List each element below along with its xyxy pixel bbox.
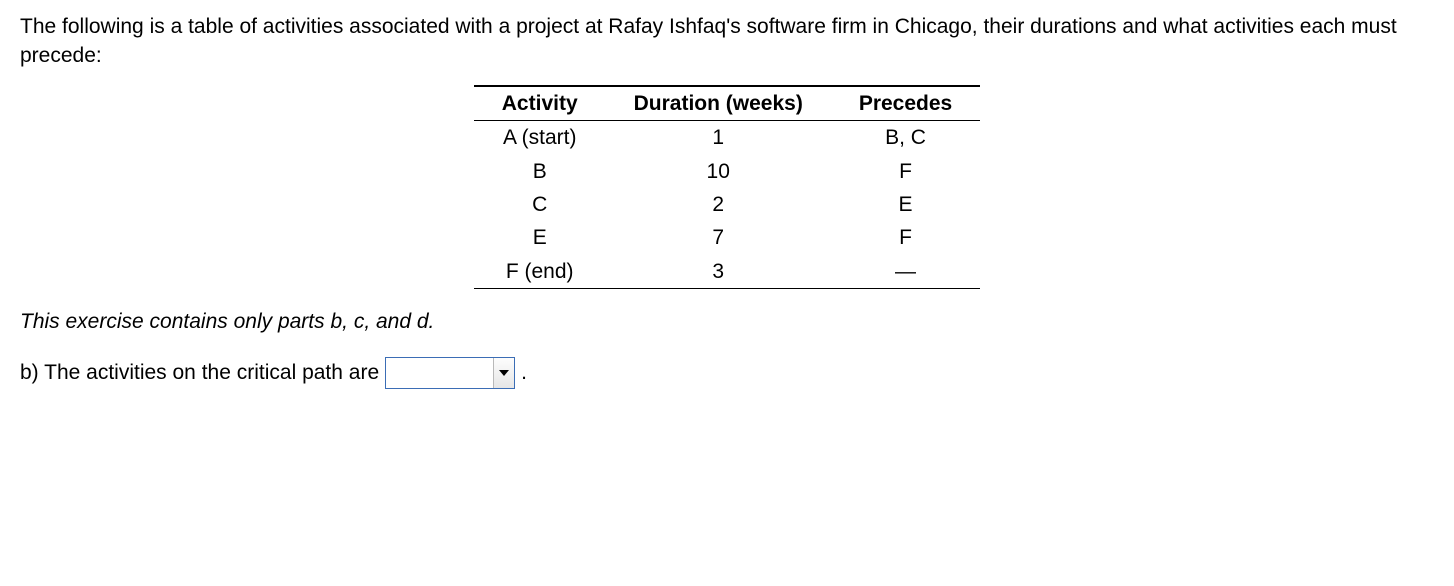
table-row: F (end) 3 —: [474, 255, 980, 289]
chevron-down-icon: [493, 358, 514, 388]
cell-activity: C: [474, 188, 606, 221]
table-row: A (start) 1 B, C: [474, 121, 980, 155]
cell-precedes: F: [831, 155, 980, 188]
cell-duration: 2: [606, 188, 831, 221]
cell-activity: B: [474, 155, 606, 188]
table-row: E 7 F: [474, 221, 980, 254]
activity-table-container: Activity Duration (weeks) Precedes A (st…: [20, 85, 1434, 289]
question-b-prompt: b) The activities on the critical path a…: [20, 358, 379, 387]
exercise-note: This exercise contains only parts b, c, …: [20, 307, 1434, 336]
cell-precedes: E: [831, 188, 980, 221]
cell-duration: 1: [606, 121, 831, 155]
cell-precedes: F: [831, 221, 980, 254]
question-b-period: .: [521, 358, 527, 387]
cell-activity: F (end): [474, 255, 606, 289]
intro-text: The following is a table of activities a…: [20, 12, 1434, 71]
col-header-activity: Activity: [474, 86, 606, 121]
critical-path-dropdown[interactable]: [385, 357, 515, 389]
cell-activity: A (start): [474, 121, 606, 155]
table-row: C 2 E: [474, 188, 980, 221]
col-header-duration: Duration (weeks): [606, 86, 831, 121]
question-b-row: b) The activities on the critical path a…: [20, 357, 1434, 389]
activity-table: Activity Duration (weeks) Precedes A (st…: [474, 85, 980, 289]
cell-precedes: —: [831, 255, 980, 289]
table-row: B 10 F: [474, 155, 980, 188]
cell-duration: 3: [606, 255, 831, 289]
cell-activity: E: [474, 221, 606, 254]
cell-duration: 10: [606, 155, 831, 188]
cell-duration: 7: [606, 221, 831, 254]
cell-precedes: B, C: [831, 121, 980, 155]
col-header-precedes: Precedes: [831, 86, 980, 121]
